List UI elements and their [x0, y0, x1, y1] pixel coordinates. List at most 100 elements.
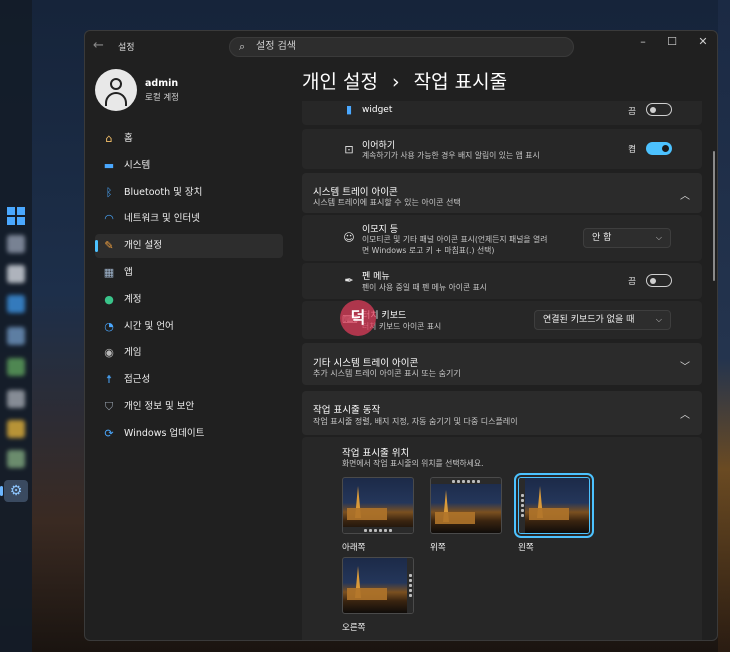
- widgets-label: widget: [362, 105, 393, 115]
- emoji-desc-line2: 면 Windows 로고 키 + 마침표(.) 선택): [362, 246, 495, 255]
- sidebar-item-time-language[interactable]: ◔ 시간 및 언어: [95, 315, 283, 339]
- sidebar-item-windows-update[interactable]: ⟳ Windows 업데이트: [95, 422, 283, 446]
- taskbar-app-icon[interactable]: [7, 450, 25, 468]
- pen-icon: ✒: [344, 274, 354, 287]
- desktop-background: [718, 0, 730, 652]
- avatar[interactable]: [95, 69, 137, 111]
- home-icon: ⌂: [105, 132, 113, 145]
- pen-toggle[interactable]: [646, 274, 672, 287]
- sidebar-item-gaming[interactable]: ◉ 게임: [95, 341, 283, 365]
- emoji-dropdown-value: 안 함: [592, 233, 612, 243]
- emoji-icon: ☺: [343, 231, 355, 244]
- continue-state: 켬: [628, 145, 636, 155]
- taskbar-settings-icon[interactable]: ⚙: [0, 480, 28, 502]
- sidebar-item-label: Bluetooth 및 장치: [124, 186, 203, 198]
- position-desc: 화면에서 작업 표시줄의 위치를 선택하세요.: [342, 459, 484, 468]
- taskbar-app-icon[interactable]: [7, 235, 25, 253]
- sidebar-item-bluetooth[interactable]: ᛒ Bluetooth 및 장치: [95, 181, 283, 205]
- sidebar-item-home[interactable]: ⌂ 홈: [95, 127, 283, 151]
- taskbar-app-icon[interactable]: [7, 327, 25, 345]
- continue-row: ⊡ 이어하기 계속하기가 사용 가능한 경우 배지 알림이 있는 앱 표시 켬: [302, 129, 702, 169]
- pen-desc: 펜이 사용 중일 때 펜 메뉴 아이콘 표시: [362, 283, 487, 292]
- sidebar-item-network[interactable]: ◠ 네트워크 및 인터넷: [95, 207, 283, 231]
- back-arrow-icon[interactable]: ←: [93, 38, 104, 53]
- chevron-down-icon[interactable]: ﹀: [680, 358, 690, 373]
- start-button[interactable]: [7, 207, 25, 225]
- maximize-icon[interactable]: ☐: [660, 35, 684, 48]
- behaviors-desc: 작업 표시줄 정렬, 배지 지정, 자동 숨기기 및 다중 디스플레이: [313, 417, 518, 426]
- chevron-up-icon[interactable]: ︿: [680, 187, 690, 202]
- taskbar-app-icon[interactable]: [7, 295, 25, 313]
- pen-title: 펜 메뉴: [362, 272, 390, 282]
- sidebar-item-label: 개인 설정: [124, 240, 162, 252]
- chevron-down-icon: ⌵: [655, 315, 662, 324]
- position-right-label: 오른쪽: [342, 623, 366, 633]
- breadcrumb-current: 작업 표시줄: [413, 71, 508, 93]
- app-title: 설정: [118, 43, 135, 53]
- taskbar-app-icon[interactable]: [7, 358, 25, 376]
- taskbar-app-icon[interactable]: [7, 265, 25, 283]
- widgets-toggle[interactable]: [646, 103, 672, 116]
- sidebar-item-accessibility[interactable]: ☨ 접근성: [95, 368, 283, 392]
- person-icon: ●: [104, 292, 114, 306]
- breadcrumb-parent[interactable]: 개인 설정: [302, 71, 378, 93]
- bluetooth-icon: ᛒ: [105, 185, 113, 199]
- sidebar-item-label: 계정: [124, 293, 142, 305]
- taskbar-position-panel: 작업 표시줄 위치 화면에서 작업 표시줄의 위치를 선택하세요. 아래쪽 위쪽…: [302, 437, 702, 640]
- emoji-row: ☺ 이모지 등 이모티콘 및 기타 패널 아이콘 표시(언제든지 패널을 열려 …: [302, 215, 702, 261]
- update-icon: ⟳: [104, 426, 114, 440]
- touch-keyboard-dropdown[interactable]: 연결된 키보드가 없을 때 ⌵: [534, 310, 671, 330]
- sidebar-item-personalization[interactable]: ✎ 개인 설정: [95, 234, 283, 259]
- widgets-state: 끔: [628, 107, 636, 117]
- continue-desc: 계속하기가 사용 가능한 경우 배지 알림이 있는 앱 표시: [362, 151, 540, 160]
- touch-keyboard-dropdown-value: 연결된 키보드가 없을 때: [543, 315, 635, 325]
- position-left-thumb[interactable]: [514, 473, 594, 538]
- devices-icon: ⊡: [344, 143, 354, 156]
- gamepad-icon: ◉: [104, 346, 114, 360]
- sidebar-item-label: 홈: [124, 133, 133, 144]
- sidebar-item-system[interactable]: ▬ 시스템: [95, 154, 283, 178]
- brush-icon: ✎: [104, 239, 114, 253]
- sidebar-item-label: 시간 및 언어: [124, 320, 174, 332]
- emoji-desc-line1: 이모티콘 및 기타 패널 아이콘 표시(언제든지 패널을 열려: [362, 235, 548, 244]
- scrollbar[interactable]: [713, 151, 715, 281]
- content-area: ▮ widget 끔 ⊡ 이어하기 계속하기가 사용 가능한 경우 배지 알림이…: [302, 101, 702, 640]
- sidebar-item-apps[interactable]: ▦ 앱: [95, 261, 283, 285]
- other-tray-icons-header[interactable]: 기타 시스템 트레이 아이콘 추가 시스템 트레이 아이콘 표시 또는 숨기기 …: [302, 343, 702, 385]
- wifi-icon: ◠: [104, 212, 114, 226]
- position-bottom-thumb[interactable]: [342, 477, 414, 534]
- sidebar-item-label: 네트워크 및 인터넷: [124, 213, 200, 225]
- user-name: admin: [145, 78, 179, 89]
- breadcrumb-separator: ›: [392, 71, 400, 93]
- emoji-dropdown[interactable]: 안 함 ⌵: [583, 228, 671, 248]
- sidebar-item-label: 접근성: [124, 374, 151, 386]
- taskbar-app-icon[interactable]: [7, 420, 25, 438]
- behaviors-header[interactable]: 작업 표시줄 동작 작업 표시줄 정렬, 배지 지정, 자동 숨기기 및 다중 …: [302, 391, 702, 435]
- other-tray-title: 기타 시스템 트레이 아이콘: [313, 358, 419, 369]
- taskbar: ⚙: [0, 0, 32, 652]
- sidebar-item-privacy[interactable]: ⛉ 개인 정보 및 보안: [95, 395, 283, 419]
- close-icon[interactable]: ✕: [691, 35, 715, 48]
- sidebar-item-label: 시스템: [124, 159, 151, 171]
- position-top-label: 위쪽: [430, 543, 446, 553]
- tray-section-header[interactable]: 시스템 트레이 아이콘 시스템 트레이에 표시할 수 있는 아이콘 선택 ︿: [302, 173, 702, 213]
- position-title: 작업 표시줄 위치: [342, 448, 410, 459]
- sidebar-item-label: 게임: [124, 347, 142, 359]
- widgets-row: ▮ widget 끔: [302, 101, 702, 125]
- behaviors-title: 작업 표시줄 동작: [313, 405, 381, 416]
- taskbar-app-icon[interactable]: [7, 390, 25, 408]
- position-top-thumb[interactable]: [430, 477, 502, 534]
- search-input[interactable]: ⌕ 설정 검색: [229, 37, 574, 57]
- search-placeholder: 설정 검색: [256, 41, 296, 52]
- sidebar-nav: ⌂ 홈 ▬ 시스템 ᛒ Bluetooth 및 장치 ◠ 네트워크 및 인터넷 …: [95, 127, 283, 449]
- position-right-thumb[interactable]: [342, 557, 414, 614]
- sidebar-item-accounts[interactable]: ● 계정: [95, 288, 283, 312]
- clock-globe-icon: ◔: [104, 319, 114, 333]
- minimize-icon[interactable]: –: [631, 35, 655, 48]
- position-left-label: 왼쪽: [518, 543, 534, 553]
- widgets-icon: ▮: [345, 103, 353, 116]
- search-icon: ⌕: [239, 40, 246, 53]
- chevron-up-icon[interactable]: ︿: [680, 406, 690, 421]
- monitor-icon: ▬: [103, 158, 115, 172]
- continue-toggle[interactable]: [646, 142, 672, 155]
